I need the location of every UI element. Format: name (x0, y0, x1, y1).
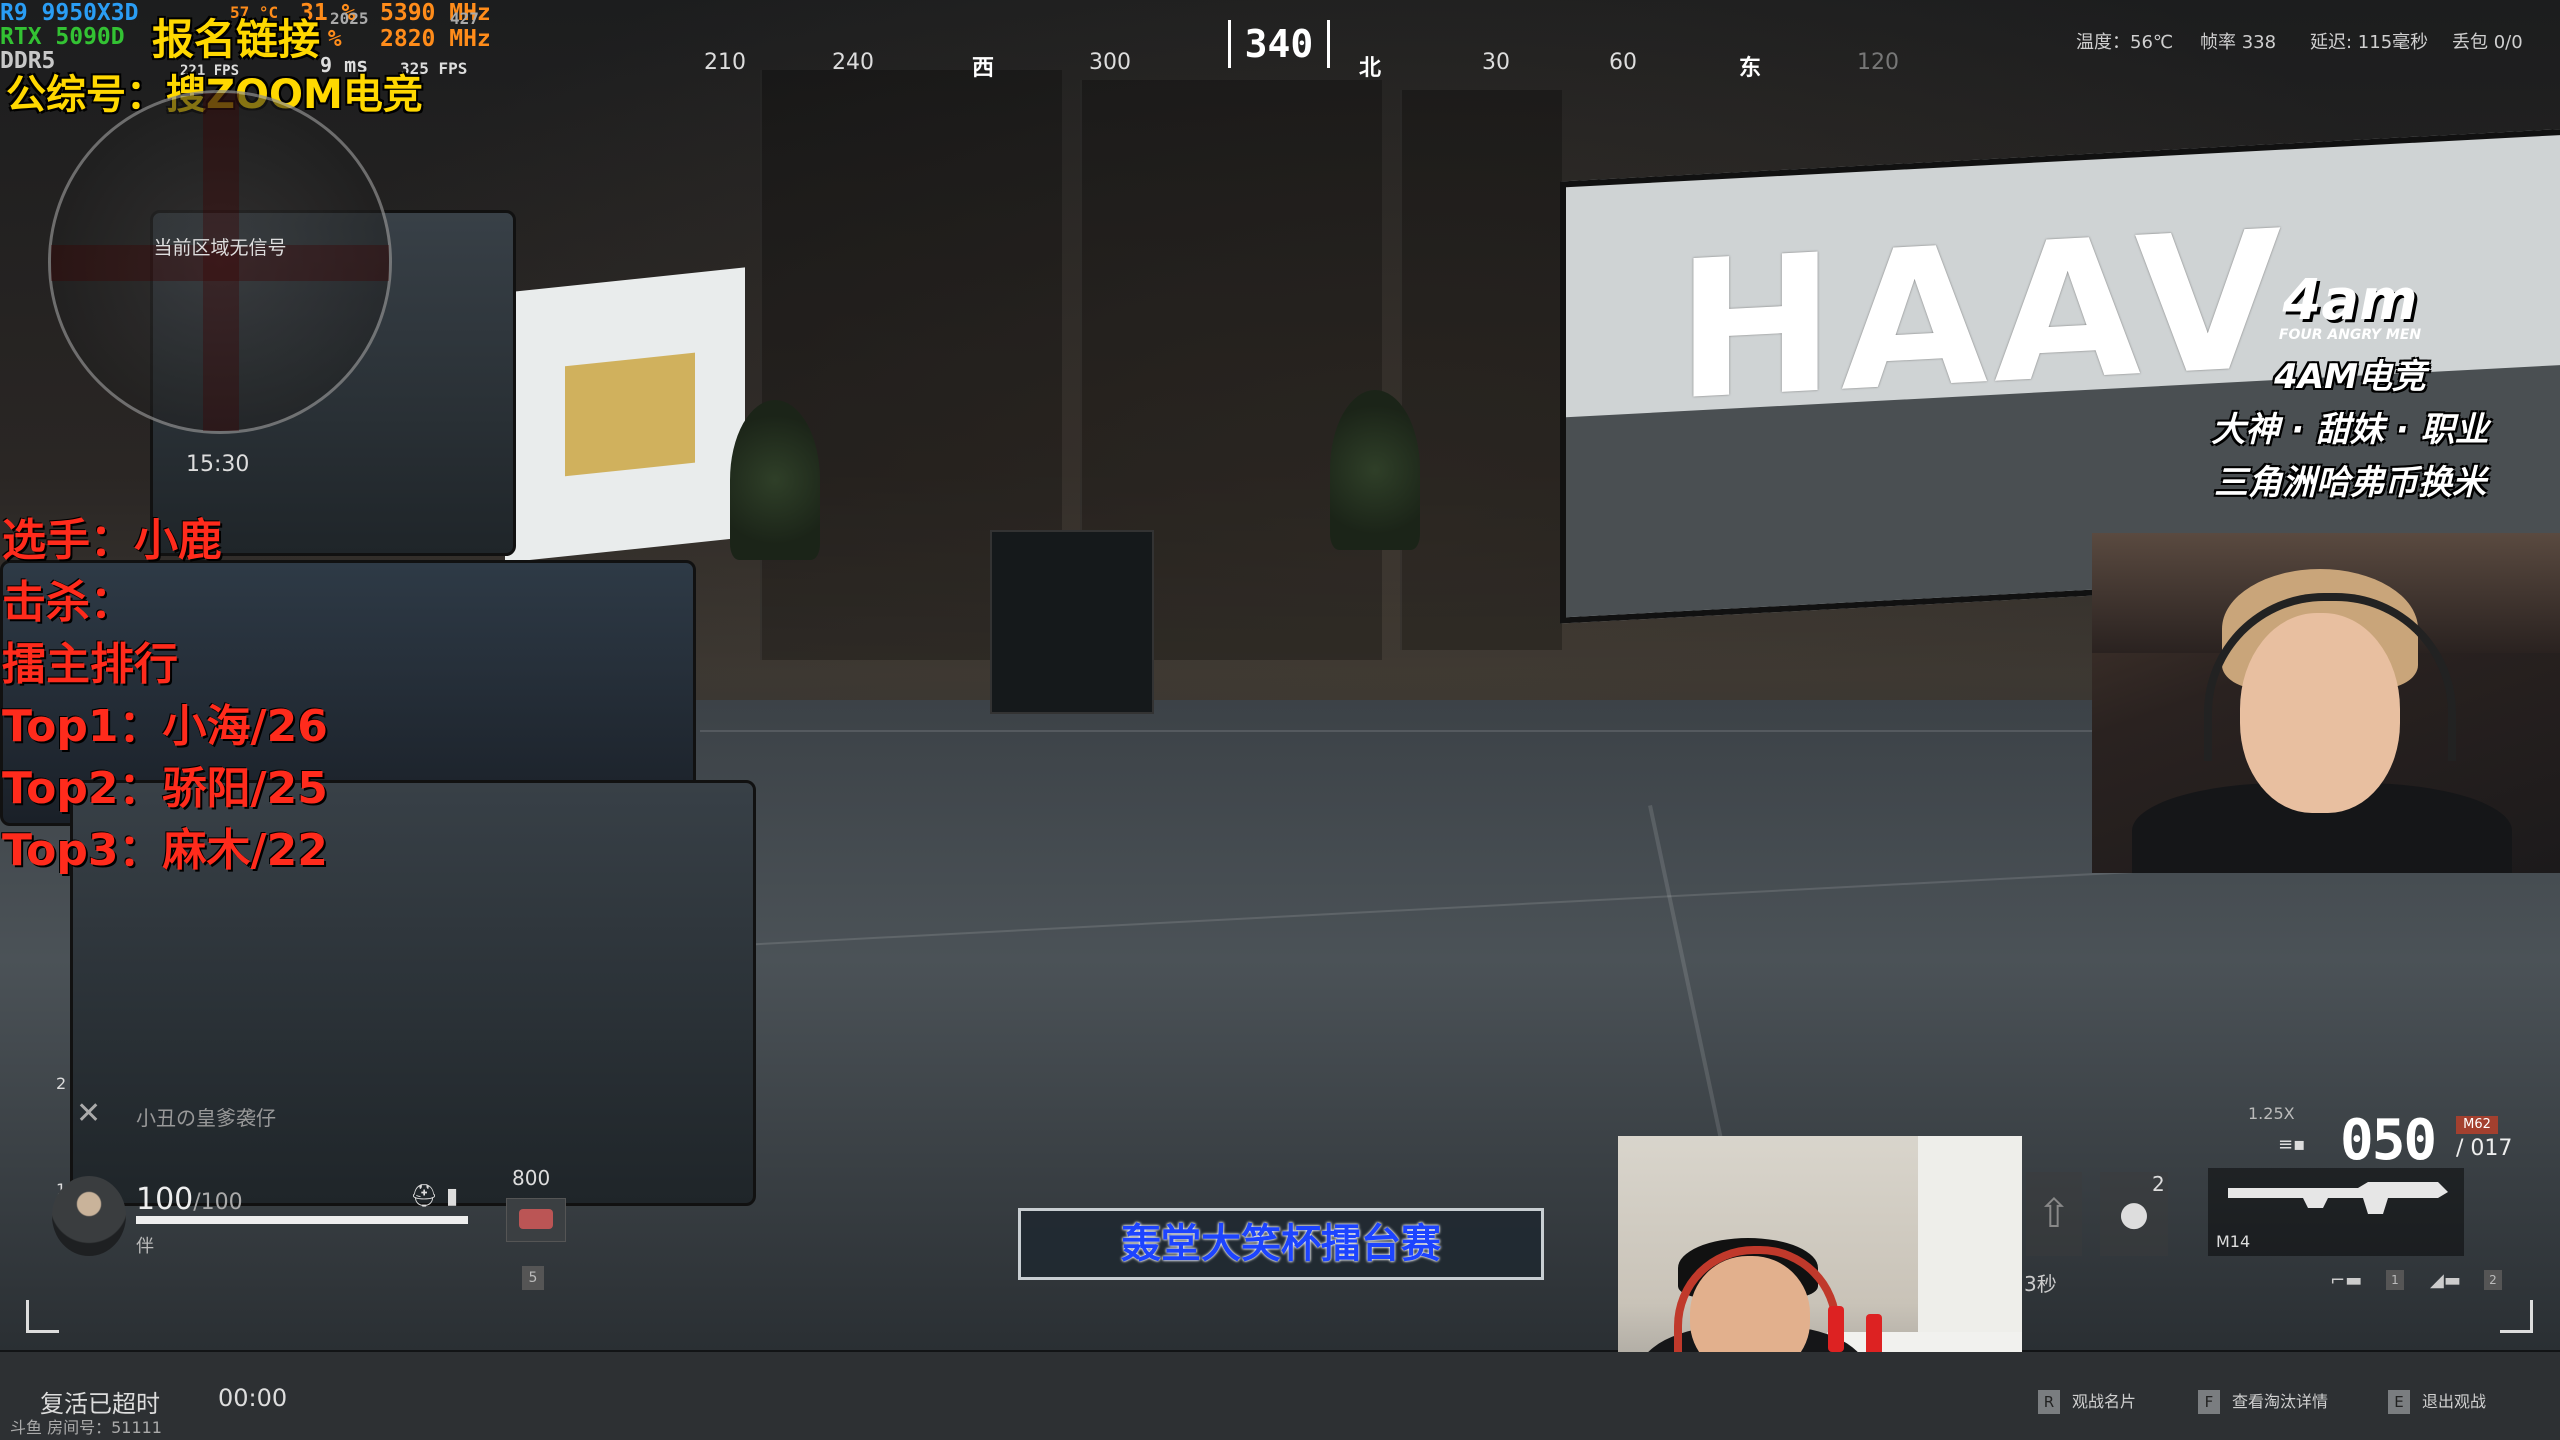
brand-name: 4AM电竞 (2274, 357, 2426, 397)
ammo-type-badge: M62 (2456, 1116, 2498, 1134)
pistol-icon[interactable]: ⌐▬ (2330, 1270, 2362, 1291)
countdown: 3秒 (2024, 1272, 2057, 1296)
compass-mark: 210 (704, 50, 746, 75)
match-time: 15:30 (186, 452, 250, 477)
close-icon[interactable]: ✕ (76, 1096, 101, 1131)
room-number: 斗鱼 房间号：51111 (10, 1418, 162, 1437)
weapon-name: M14 (2216, 1232, 2251, 1251)
hw-gpu-label: RTX 5090D (0, 24, 125, 50)
stat-fps: 帧率 338 (2200, 32, 2277, 53)
stat-latency: 延迟: 115毫秒 (2310, 32, 2429, 53)
signup-link-text: 报名链接 (152, 15, 321, 64)
brand-tagline: 大神 · 甜妹 · 职业 (2211, 410, 2489, 450)
hint-exit-spectate[interactable]: E 退出观战 (2388, 1388, 2486, 1414)
key-r: R (2038, 1390, 2060, 1414)
ammo-icon: ≡▪ (2278, 1134, 2306, 1155)
minimap-no-signal: 当前区域无信号 (153, 237, 287, 259)
key-e: E (2388, 1390, 2410, 1414)
ammo-count: 050 (2340, 1108, 2437, 1173)
stat-temperature: 温度：56℃ (2076, 32, 2174, 53)
hint-label: 查看淘汰详情 (2232, 1392, 2329, 1411)
helmet-icon: ⛑ (410, 1184, 438, 1209)
money-value: 800 (512, 1166, 551, 1190)
streamer-webcam (2092, 533, 2560, 873)
compass-mark: 120 (1857, 50, 1899, 75)
compass-mark: 240 (832, 50, 874, 75)
health-bar (136, 1216, 468, 1224)
hint-label: 退出观战 (2422, 1392, 2487, 1411)
compass-north: 北 (1358, 56, 1382, 81)
grenade-count: 2 (2152, 1172, 2165, 1196)
hint-spectate-card[interactable]: R 观战名片 (2038, 1388, 2136, 1414)
wall-display-small (505, 267, 745, 563)
key-f: F (2198, 1390, 2220, 1414)
brand-block: 4am FOUR ANGRY MEN 4AM电竞 大神 · 甜妹 · 职业 三角… (2140, 268, 2560, 504)
squad-slot-number: 2 (56, 1074, 67, 1093)
minimap: 当前区域无信号 (48, 90, 392, 434)
hw-cpu-label: R9 9950X3D (0, 0, 139, 26)
knife-icon[interactable]: ◢▬ (2430, 1270, 2461, 1291)
compass-east: 东 (1738, 56, 1762, 81)
kill-count: 击杀： (2, 577, 134, 628)
hint-label: 观战名片 (2072, 1392, 2137, 1411)
health-value: 100/100 (136, 1182, 243, 1217)
4am-logo-sub: FOUR ANGRY MEN (2278, 327, 2422, 343)
compass-mark: 300 (1089, 50, 1131, 75)
ranking-title: 擂主排行 (2, 639, 178, 690)
backpack-icon[interactable] (506, 1198, 566, 1242)
partner-tag: 伴 (136, 1236, 154, 1257)
player-name: 选手：小鹿 (2, 515, 222, 566)
display-graphic (565, 352, 695, 477)
key-hint: 5 (522, 1266, 544, 1290)
minimap-crosshair-v (203, 93, 239, 431)
plant (730, 400, 820, 560)
hw-gpu-clock: 2820 MHz (380, 26, 491, 52)
stat-packet-loss: 丢包 0/0 (2452, 32, 2523, 53)
tournament-banner: 轰堂大笑杯擂台赛 (1018, 1208, 1544, 1280)
armor-icon: ▮ (446, 1184, 459, 1209)
bottle-icon (1828, 1306, 1844, 1352)
hint-elimination-details[interactable]: F 查看淘汰详情 (2198, 1388, 2328, 1414)
room-wall (1918, 1136, 2022, 1356)
4am-logo: 4am (2282, 268, 2418, 333)
brand-promo: 三角洲哈弗币换米 (2214, 463, 2486, 503)
health-bar-fill (136, 1216, 468, 1224)
ranking-top2: Top2：骄阳/25 (2, 763, 328, 814)
locker (990, 530, 1154, 714)
primary-weapon-slot[interactable]: M14 (2208, 1168, 2464, 1256)
slot-key: 1 (2386, 1270, 2404, 1290)
compass-west: 西 (971, 56, 995, 81)
ranking-top3: Top3：麻木/22 (2, 825, 328, 876)
frame-corner (2500, 1300, 2533, 1333)
rifle-icon (2228, 1182, 2448, 1214)
compass-heading: 340 (1228, 20, 1330, 68)
scope-zoom: 1.25X (2248, 1104, 2295, 1123)
compass-mark: 30 (1482, 50, 1510, 75)
slot-key: 2 (2484, 1270, 2502, 1290)
squad-teammate-name: 小丑の皇爹袭仔 (136, 1106, 276, 1130)
arrow-up-icon: ⇧ (2026, 1172, 2082, 1256)
ranking-top1: Top1：小海/26 (2, 701, 328, 752)
revive-timer: 00:00 (218, 1384, 288, 1412)
wall-panel (1400, 90, 1562, 650)
ammo-reserve: / 017 (2456, 1136, 2513, 1161)
spectator-bar (0, 1352, 2560, 1440)
compass-mark: 60 (1609, 50, 1637, 75)
tournament-title: 轰堂大笑杯擂台赛 (1121, 1221, 1441, 1267)
frame-corner (26, 1300, 59, 1333)
plant (1330, 390, 1420, 550)
player-avatar (52, 1176, 126, 1256)
